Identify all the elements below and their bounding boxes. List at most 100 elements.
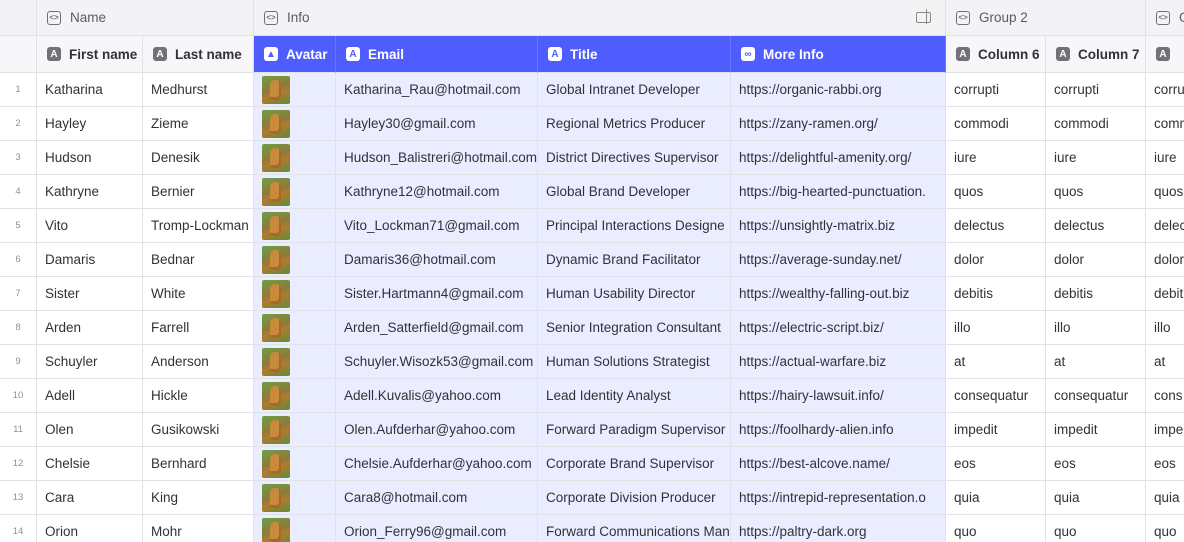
first-name-cell[interactable]: Kathryne [37, 175, 143, 209]
avatar-cell[interactable] [254, 243, 336, 277]
last-name-cell[interactable]: White [143, 277, 254, 311]
last-name-cell[interactable]: Medhurst [143, 73, 254, 107]
first-name-cell[interactable]: Damaris [37, 243, 143, 277]
first-name-cell[interactable]: Olen [37, 413, 143, 447]
avatar-cell[interactable] [254, 481, 336, 515]
column-6-cell[interactable]: illo [946, 311, 1046, 345]
title-cell[interactable]: Lead Identity Analyst [538, 379, 731, 413]
avatar-cell[interactable] [254, 447, 336, 481]
more-info-cell[interactable]: https://organic-rabbi.org [731, 73, 946, 107]
last-name-cell[interactable]: Denesik [143, 141, 254, 175]
last-name-cell[interactable]: Zieme [143, 107, 254, 141]
column-header-email[interactable]: A Email [336, 36, 538, 73]
column-8-cell[interactable]: debit [1146, 277, 1184, 311]
table-row[interactable]: 13 Cara King Cara8@hotmail.com Corporate Div… [0, 481, 1184, 515]
table-row[interactable]: 3 Hudson Denesik Hudson_Balistreri@hotmail.… [0, 141, 1184, 175]
column-6-cell[interactable]: iure [946, 141, 1046, 175]
first-name-cell[interactable]: Adell [37, 379, 143, 413]
column-8-cell[interactable]: eos [1146, 447, 1184, 481]
table-row[interactable]: 11 Olen Gusikowski Olen.Aufderhar@yahoo.com… [0, 413, 1184, 447]
first-name-cell[interactable]: Katharina [37, 73, 143, 107]
first-name-cell[interactable]: Chelsie [37, 447, 143, 481]
more-info-cell[interactable]: https://big-hearted-punctuation. [731, 175, 946, 209]
last-name-cell[interactable]: Mohr [143, 515, 254, 542]
more-info-cell[interactable]: https://average-sunday.net/ [731, 243, 946, 277]
column-8-cell[interactable]: quo [1146, 515, 1184, 542]
column-7-cell[interactable]: quia [1046, 481, 1146, 515]
last-name-cell[interactable]: Bernhard [143, 447, 254, 481]
title-cell[interactable]: Senior Integration Consultant [538, 311, 731, 345]
first-name-cell[interactable]: Hudson [37, 141, 143, 175]
email-cell[interactable]: Vito_Lockman71@gmail.com [336, 209, 538, 243]
column-8-cell[interactable]: illo [1146, 311, 1184, 345]
title-cell[interactable]: Human Usability Director [538, 277, 731, 311]
title-cell[interactable]: Corporate Division Producer [538, 481, 731, 515]
title-cell[interactable]: Corporate Brand Supervisor [538, 447, 731, 481]
title-cell[interactable]: District Directives Supervisor [538, 141, 731, 175]
more-info-cell[interactable]: https://zany-ramen.org/ [731, 107, 946, 141]
avatar-cell[interactable] [254, 311, 336, 345]
email-cell[interactable]: Olen.Aufderhar@yahoo.com [336, 413, 538, 447]
avatar-cell[interactable] [254, 345, 336, 379]
more-info-cell[interactable]: https://electric-script.biz/ [731, 311, 946, 345]
column-8-cell[interactable]: dolor [1146, 243, 1184, 277]
column-7-cell[interactable]: illo [1046, 311, 1146, 345]
column-7-cell[interactable]: quos [1046, 175, 1146, 209]
column-header-title[interactable]: A Title [538, 36, 731, 73]
more-info-cell[interactable]: https://foolhardy-alien.info [731, 413, 946, 447]
email-cell[interactable]: Adell.Kuvalis@yahoo.com [336, 379, 538, 413]
last-name-cell[interactable]: Tromp-Lockman [143, 209, 254, 243]
column-8-cell[interactable]: iure [1146, 141, 1184, 175]
column-header-column-8[interactable]: A [1146, 36, 1184, 73]
last-name-cell[interactable]: Hickle [143, 379, 254, 413]
column-7-cell[interactable]: iure [1046, 141, 1146, 175]
column-8-cell[interactable]: at [1146, 345, 1184, 379]
title-cell[interactable]: Dynamic Brand Facilitator [538, 243, 731, 277]
column-7-cell[interactable]: delectus [1046, 209, 1146, 243]
avatar-cell[interactable] [254, 277, 336, 311]
more-info-cell[interactable]: https://delightful-amenity.org/ [731, 141, 946, 175]
title-cell[interactable]: Forward Paradigm Supervisor [538, 413, 731, 447]
column-8-cell[interactable]: corru [1146, 73, 1184, 107]
last-name-cell[interactable]: King [143, 481, 254, 515]
more-info-cell[interactable]: https://wealthy-falling-out.biz [731, 277, 946, 311]
more-info-cell[interactable]: https://best-alcove.name/ [731, 447, 946, 481]
table-row[interactable]: 1 Katharina Medhurst Katharina_Rau@hotmail.… [0, 73, 1184, 107]
column-8-cell[interactable]: impe [1146, 413, 1184, 447]
more-info-cell[interactable]: https://actual-warfare.biz [731, 345, 946, 379]
column-8-cell[interactable]: cons [1146, 379, 1184, 413]
email-cell[interactable]: Orion_Ferry96@gmail.com [336, 515, 538, 542]
first-name-cell[interactable]: Cara [37, 481, 143, 515]
avatar-cell[interactable] [254, 515, 336, 542]
title-cell[interactable]: Global Brand Developer [538, 175, 731, 209]
column-6-cell[interactable]: quos [946, 175, 1046, 209]
column-7-cell[interactable]: quo [1046, 515, 1146, 542]
column-6-cell[interactable]: impedit [946, 413, 1046, 447]
first-name-cell[interactable]: Hayley [37, 107, 143, 141]
table-row[interactable]: 10 Adell Hickle Adell.Kuvalis@yahoo.com Lead… [0, 379, 1184, 413]
table-row[interactable]: 9 Schuyler Anderson Schuyler.Wisozk53@gmail… [0, 345, 1184, 379]
column-6-cell[interactable]: dolor [946, 243, 1046, 277]
table-row[interactable]: 6 Damaris Bednar Damaris36@hotmail.com Dynam… [0, 243, 1184, 277]
column-header-more-info[interactable]: ∞ More Info [731, 36, 946, 73]
column-6-cell[interactable]: consequatur [946, 379, 1046, 413]
first-name-cell[interactable]: Orion [37, 515, 143, 542]
column-7-cell[interactable]: dolor [1046, 243, 1146, 277]
column-header-last-name[interactable]: A Last name [143, 36, 254, 73]
group-header-name[interactable]: <> Name [37, 0, 254, 36]
column-6-cell[interactable]: corrupti [946, 73, 1046, 107]
last-name-cell[interactable]: Gusikowski [143, 413, 254, 447]
column-8-cell[interactable]: delec [1146, 209, 1184, 243]
title-cell[interactable]: Principal Interactions Designe [538, 209, 731, 243]
avatar-cell[interactable] [254, 141, 336, 175]
column-header-column-6[interactable]: A Column 6 [946, 36, 1046, 73]
first-name-cell[interactable]: Sister [37, 277, 143, 311]
column-7-cell[interactable]: debitis [1046, 277, 1146, 311]
last-name-cell[interactable]: Bernier [143, 175, 254, 209]
title-cell[interactable]: Global Intranet Developer [538, 73, 731, 107]
group-header-group2[interactable]: <> Group 2 [946, 0, 1146, 36]
column-7-cell[interactable]: commodi [1046, 107, 1146, 141]
avatar-cell[interactable] [254, 107, 336, 141]
column-6-cell[interactable]: delectus [946, 209, 1046, 243]
more-info-cell[interactable]: https://intrepid-representation.o [731, 481, 946, 515]
